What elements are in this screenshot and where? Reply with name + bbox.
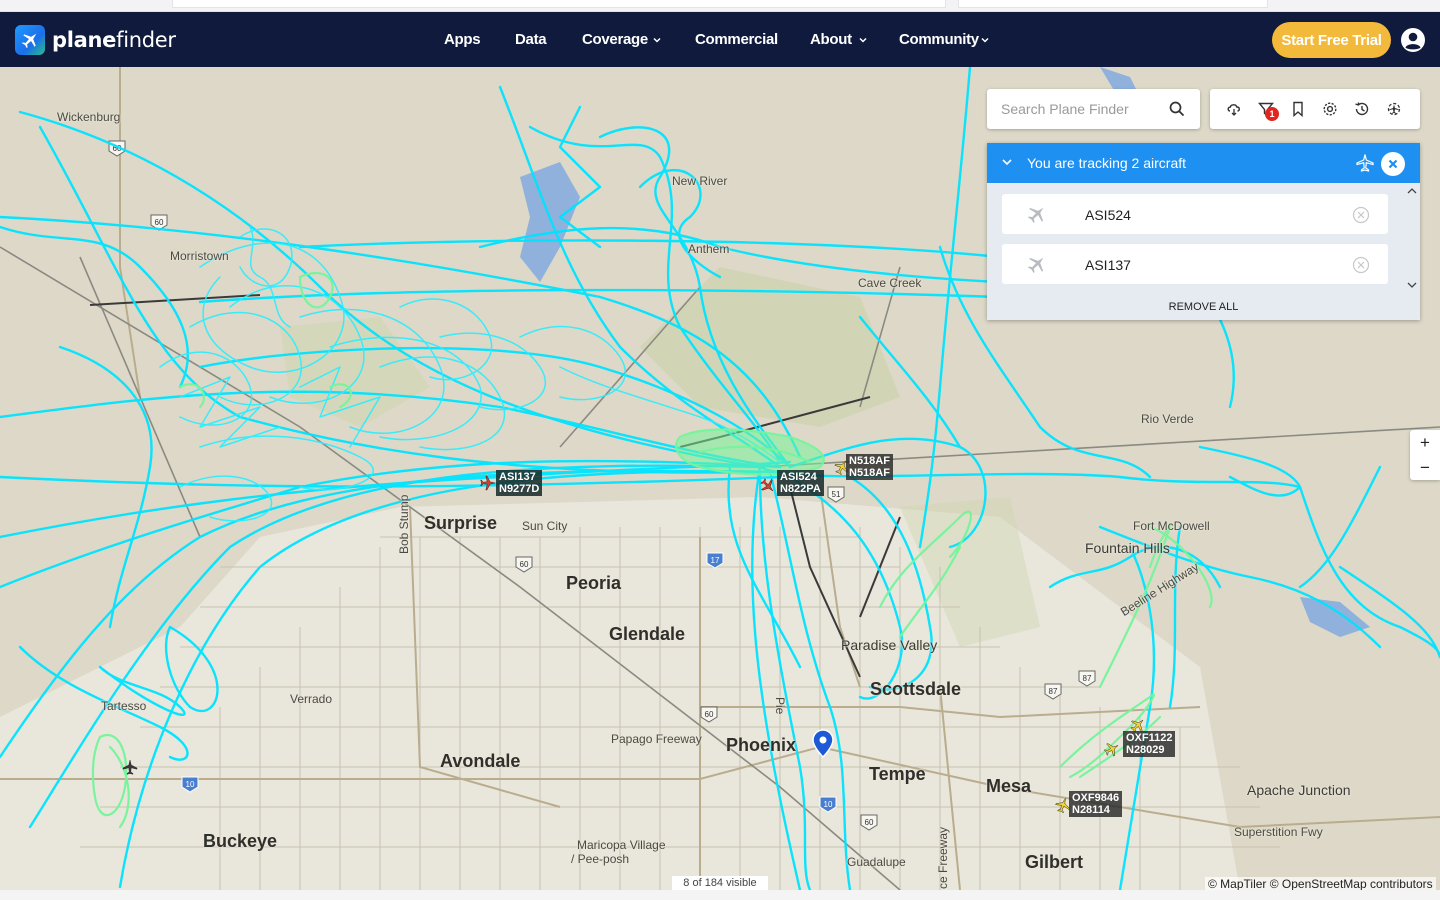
zoom-control: + − bbox=[1410, 430, 1440, 480]
browser-tab-strip bbox=[0, 0, 1440, 12]
map-label-avondale: Avondale bbox=[440, 751, 521, 771]
map-label-cave-creek: Cave Creek bbox=[858, 276, 922, 290]
aircraft-label-asi137[interactable]: ASI137 N9277D bbox=[496, 470, 543, 496]
nav-data[interactable]: Data bbox=[515, 12, 547, 67]
plane-logo-icon bbox=[15, 25, 45, 55]
aircraft-label-n518af[interactable]: N518AF N518AF bbox=[846, 454, 893, 480]
map-label-pee-posh: / Pee-posh bbox=[571, 852, 630, 866]
map-label-wickenburg: Wickenburg bbox=[57, 110, 121, 124]
close-tracking-button[interactable] bbox=[1381, 152, 1405, 176]
tracking-scrollbar[interactable] bbox=[1404, 183, 1420, 293]
map-label-new-river: New River bbox=[672, 174, 728, 188]
remove-circle-icon[interactable] bbox=[1352, 206, 1370, 224]
map-label-freeway: ce Freeway bbox=[936, 826, 950, 889]
map-attribution[interactable]: © MapTiler © OpenStreetMap contributors bbox=[1205, 877, 1436, 890]
history-icon[interactable] bbox=[1354, 101, 1370, 117]
chevron-down-icon bbox=[653, 37, 661, 43]
plane-icon bbox=[1027, 257, 1044, 274]
search-box bbox=[987, 89, 1200, 129]
nav-apps[interactable]: Apps bbox=[444, 12, 481, 67]
search-input[interactable] bbox=[1001, 99, 1161, 119]
map-label-tempe: Tempe bbox=[869, 764, 926, 784]
map-label-glendale: Glendale bbox=[609, 624, 686, 644]
chevron-down-icon bbox=[859, 37, 867, 43]
map-label-buckeye: Buckeye bbox=[203, 831, 278, 851]
map-label-maricopa-village: Maricopa Village bbox=[577, 838, 666, 852]
zoom-in-button[interactable]: + bbox=[1410, 430, 1440, 455]
zoom-out-button[interactable]: − bbox=[1410, 455, 1440, 480]
map-label-surprise: Surprise bbox=[424, 513, 498, 533]
browser-tab[interactable] bbox=[958, 0, 1268, 8]
filter-count-badge: 1 bbox=[1265, 107, 1279, 121]
map-label-scottsdale: Scottsdale bbox=[870, 679, 962, 699]
tracked-callsign: ASI137 bbox=[1085, 257, 1131, 273]
aircraft-label-asi524[interactable]: ASI524 N822PA bbox=[777, 470, 824, 496]
bottom-strip bbox=[0, 890, 1440, 900]
map-label-verrado: Verrado bbox=[290, 692, 333, 706]
settings-icon[interactable] bbox=[1322, 101, 1338, 117]
tracking-title: You are tracking 2 aircraft bbox=[1027, 155, 1187, 171]
map-label-papago-freeway: Papago Freeway bbox=[611, 732, 702, 746]
map-label-superstition-fwy: Superstition Fwy bbox=[1234, 825, 1323, 839]
map-toolbar: 1 bbox=[1210, 89, 1420, 129]
map-label-piestewa: Pie bbox=[773, 697, 787, 715]
airport-icon[interactable] bbox=[1386, 101, 1402, 117]
aircraft-label-oxf1122[interactable]: OXF1122 N28029 bbox=[1123, 731, 1176, 757]
chevron-down-icon bbox=[981, 37, 989, 43]
chevron-down-icon[interactable] bbox=[1001, 156, 1013, 168]
map-label-phoenix: Phoenix bbox=[726, 735, 797, 755]
tracking-panel-header: You are tracking 2 aircraft bbox=[987, 143, 1420, 183]
tracked-aircraft-row[interactable]: ASI137 bbox=[1002, 244, 1388, 284]
search-icon[interactable] bbox=[1169, 101, 1185, 117]
tracked-callsign: ASI524 bbox=[1085, 207, 1131, 223]
user-account-icon[interactable] bbox=[1400, 27, 1426, 53]
planefinder-logo[interactable]: planefinder bbox=[15, 25, 176, 55]
start-free-trial-button[interactable]: Start Free Trial bbox=[1272, 22, 1391, 58]
tracked-aircraft-row[interactable]: ASI524 bbox=[1002, 194, 1388, 234]
map-label-mesa: Mesa bbox=[986, 776, 1032, 796]
map-label-bob-stump: Bob Stump bbox=[397, 494, 411, 554]
aircraft-label-oxf9846[interactable]: OXF9846 N28114 bbox=[1069, 791, 1123, 817]
weather-icon[interactable] bbox=[1226, 101, 1242, 117]
close-icon bbox=[1388, 159, 1398, 169]
map-label-rio-verde: Rio Verde bbox=[1141, 412, 1194, 426]
map-label-paradise-valley: Paradise Valley bbox=[841, 637, 938, 653]
map-label-anthem: Anthem bbox=[688, 242, 730, 256]
logo-wordmark: planefinder bbox=[52, 28, 176, 52]
map-label-fountain-hills: Fountain Hills bbox=[1085, 540, 1170, 556]
map-label-sun-city: Sun City bbox=[522, 519, 568, 533]
visible-aircraft-count: 8 of 184 visible bbox=[672, 876, 768, 890]
map-label-morristown: Morristown bbox=[170, 249, 229, 263]
plane-outline-icon[interactable] bbox=[1355, 153, 1375, 173]
nav-coverage[interactable]: Coverage bbox=[582, 12, 662, 67]
map-label-gilbert: Gilbert bbox=[1025, 852, 1084, 872]
map-label-fort-mcdowell: Fort McDowell bbox=[1133, 519, 1210, 533]
map-label-peoria: Peoria bbox=[566, 573, 622, 593]
scroll-down-icon bbox=[1407, 282, 1417, 288]
nav-commercial[interactable]: Commercial bbox=[695, 12, 778, 67]
nav-about[interactable]: About bbox=[810, 12, 868, 67]
map-label-tartesso: Tartesso bbox=[101, 699, 147, 713]
scroll-up-icon bbox=[1407, 188, 1417, 194]
tracking-panel: You are tracking 2 aircraft ASI524 ASI13… bbox=[987, 143, 1420, 320]
browser-tab[interactable] bbox=[172, 0, 946, 8]
bookmark-icon[interactable] bbox=[1290, 101, 1306, 117]
remove-all-button[interactable]: REMOVE ALL bbox=[987, 293, 1420, 320]
plane-icon bbox=[1027, 207, 1044, 224]
map-label-guadalupe: Guadalupe bbox=[847, 855, 906, 869]
remove-circle-icon[interactable] bbox=[1352, 256, 1370, 274]
nav-community[interactable]: Community bbox=[899, 12, 990, 67]
flight-map[interactable]: 60 60 17 60 51 87 87 10 10 60 60 Wickenb… bbox=[0, 67, 1440, 890]
map-label-apache-junction: Apache Junction bbox=[1247, 782, 1351, 798]
top-navigation-bar: planefinder Apps Data Coverage Commercia… bbox=[0, 12, 1440, 67]
